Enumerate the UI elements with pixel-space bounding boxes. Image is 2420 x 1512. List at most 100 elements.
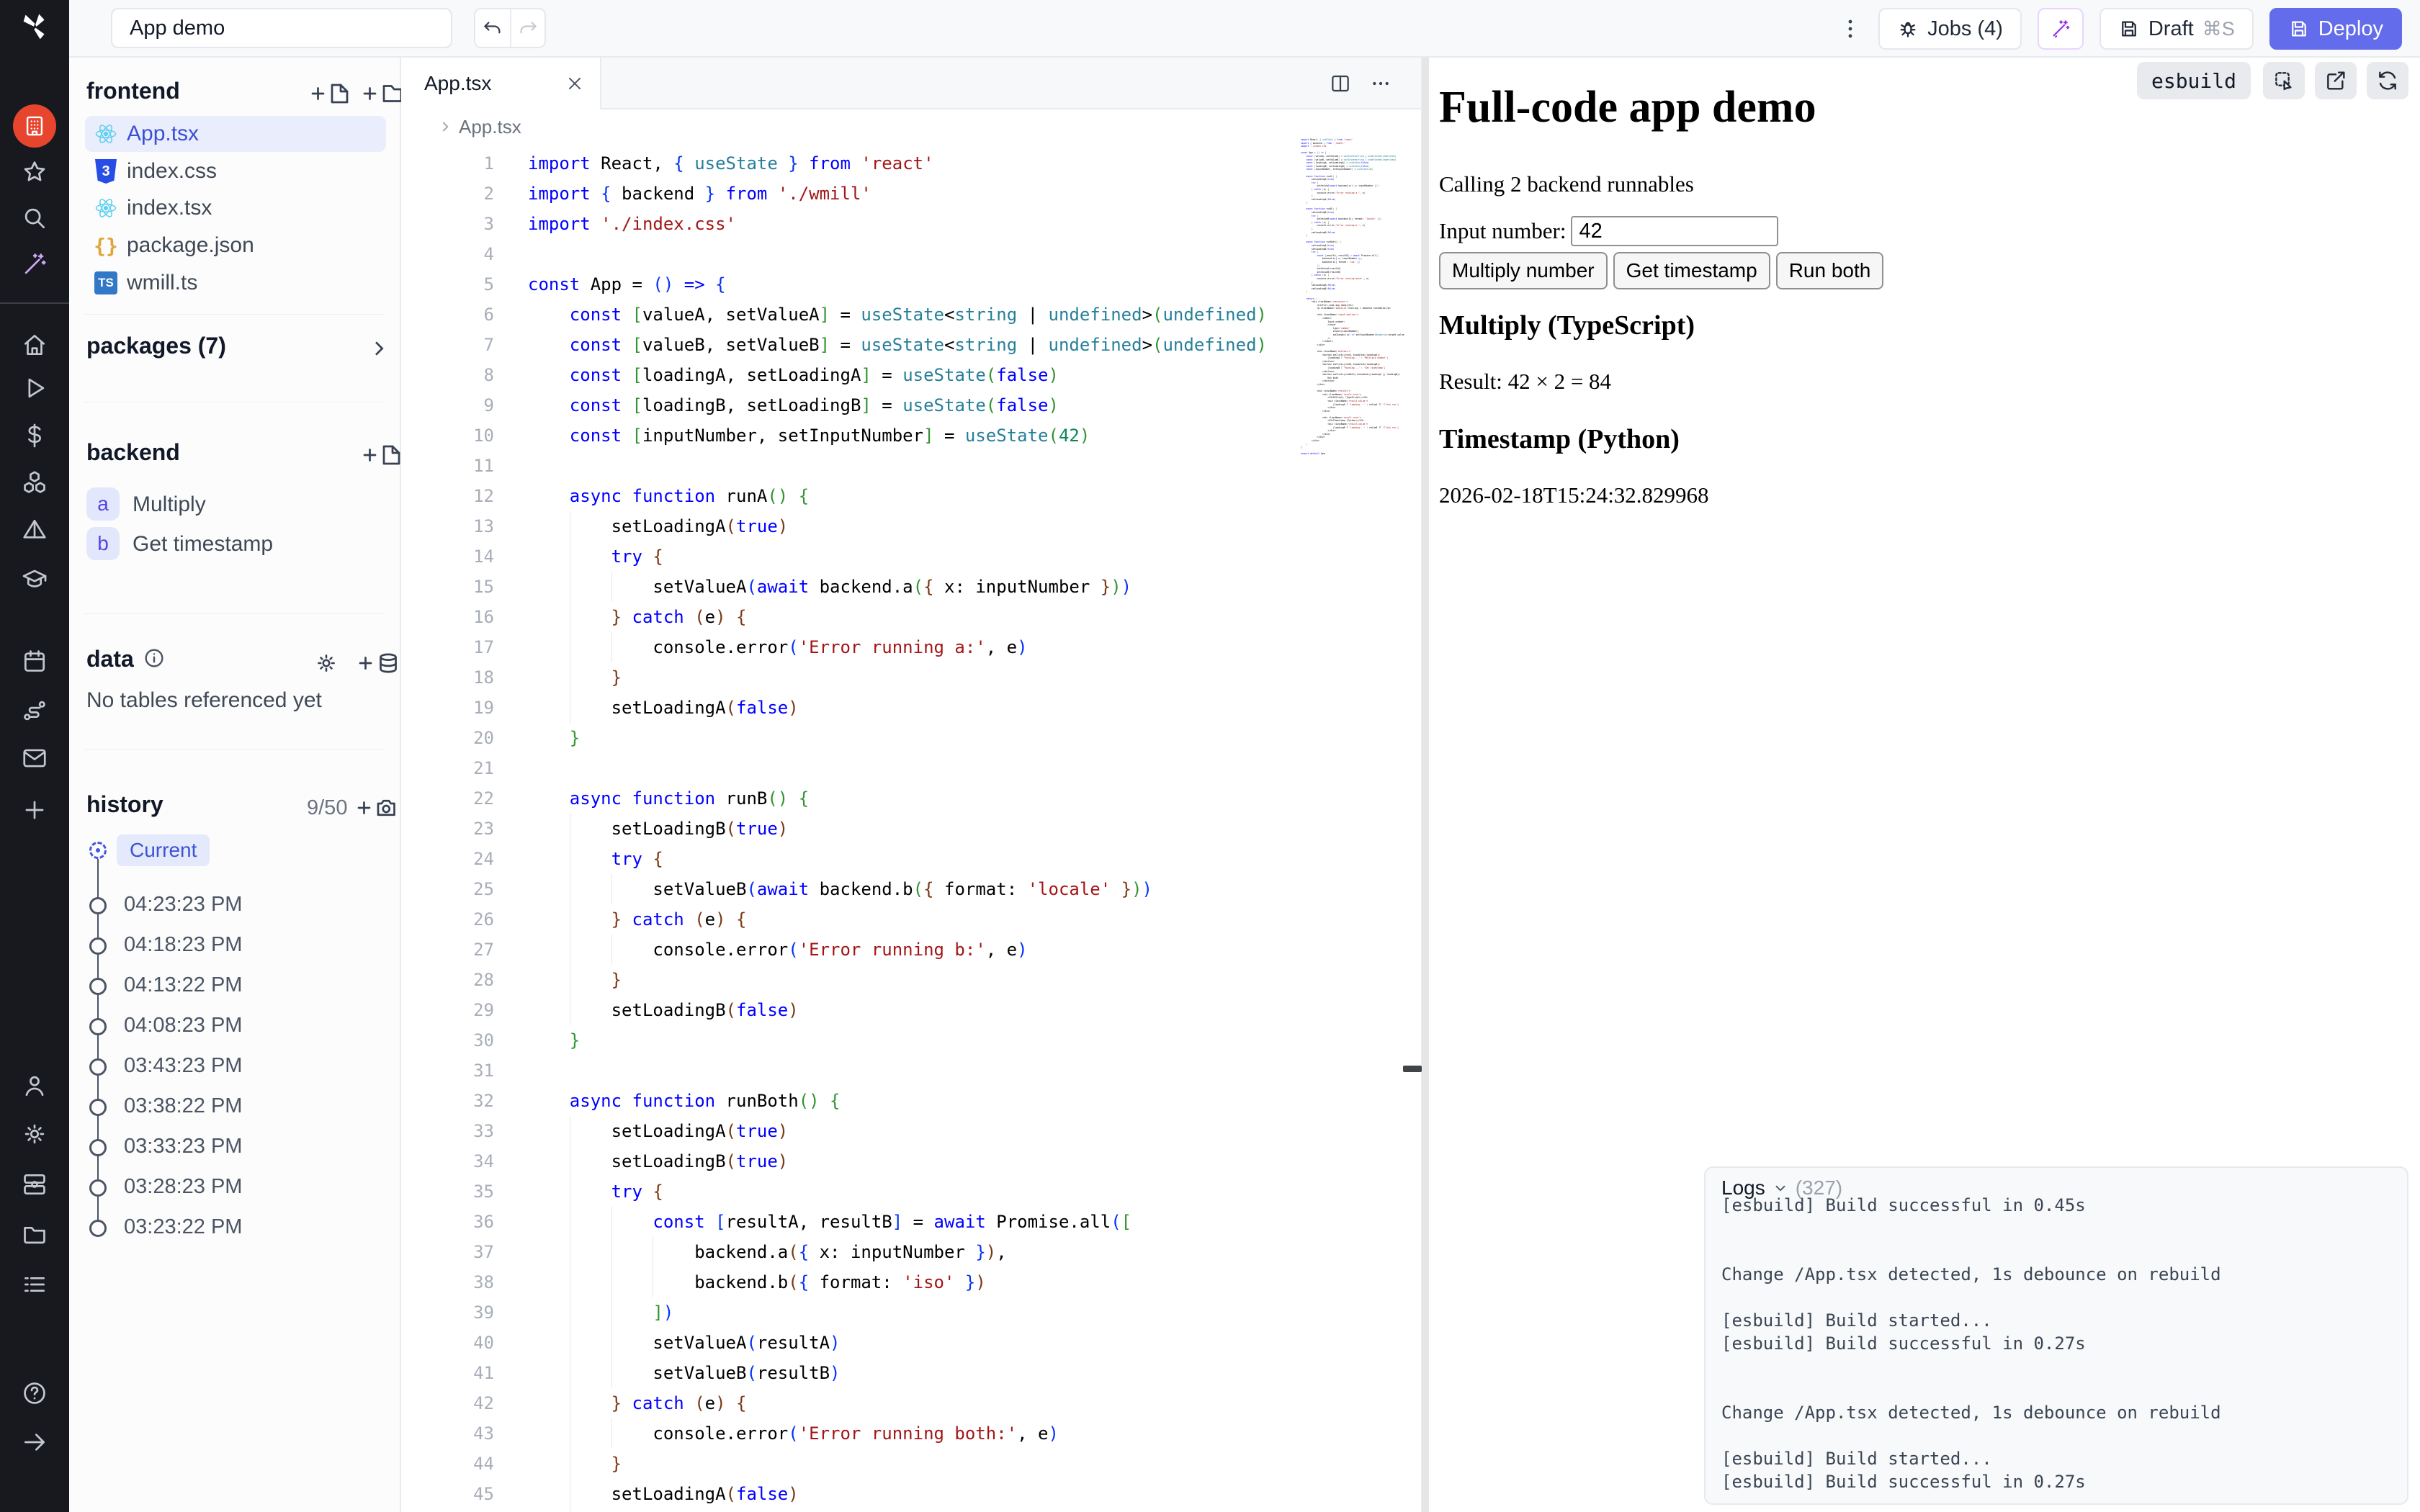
- code-line[interactable]: 46 setLoadingB(false): [401, 1509, 1421, 1512]
- code-line[interactable]: 29 setLoadingB(false): [401, 995, 1421, 1025]
- code-line[interactable]: 8 const [loadingA, setLoadingA] = useSta…: [401, 360, 1421, 390]
- history-timestamp[interactable]: 03:38:22 PM: [124, 1094, 242, 1118]
- history-node[interactable]: [89, 937, 107, 955]
- star-icon[interactable]: [21, 158, 48, 186]
- ai-wand-button[interactable]: [2038, 8, 2084, 50]
- code-line[interactable]: 28 }: [401, 965, 1421, 995]
- info-icon[interactable]: [143, 647, 166, 670]
- redo-button[interactable]: [510, 9, 544, 47]
- search-icon[interactable]: [21, 204, 48, 232]
- history-node[interactable]: [89, 1139, 107, 1156]
- list-icon[interactable]: [21, 1271, 48, 1298]
- get-timestamp-button[interactable]: Get timestamp: [1613, 252, 1770, 289]
- code-line[interactable]: 5const App = () => {: [401, 269, 1421, 300]
- code-line[interactable]: 3import './index.css': [401, 209, 1421, 239]
- code-area[interactable]: 1import React, { useState } from 'react'…: [401, 144, 1421, 1512]
- code-line[interactable]: 43 console.error('Error running both:', …: [401, 1418, 1421, 1449]
- open-external-button[interactable]: [2315, 62, 2357, 99]
- code-line[interactable]: 25 setValueB(await backend.b({ format: '…: [401, 874, 1421, 904]
- history-timestamp[interactable]: 03:43:23 PM: [124, 1054, 242, 1078]
- graduation-cap-icon[interactable]: [21, 565, 48, 593]
- code-line[interactable]: 37 backend.a({ x: inputNumber }),: [401, 1237, 1421, 1267]
- code-line[interactable]: 11: [401, 451, 1421, 481]
- code-line[interactable]: 10 const [inputNumber, setInputNumber] =…: [401, 420, 1421, 451]
- code-line[interactable]: 30 }: [401, 1025, 1421, 1056]
- gear-icon[interactable]: [21, 1120, 48, 1148]
- cubes-icon[interactable]: [21, 469, 48, 496]
- minimap[interactable]: import React, { useState } from 'react'i…: [1301, 138, 1404, 484]
- code-line[interactable]: 18 }: [401, 662, 1421, 693]
- code-line[interactable]: 12 async function runA() {: [401, 481, 1421, 511]
- history-node[interactable]: [89, 897, 107, 914]
- breadcrumb[interactable]: App.tsx: [401, 109, 1421, 144]
- code-line[interactable]: 31: [401, 1056, 1421, 1086]
- code-line[interactable]: 23 setLoadingB(true): [401, 814, 1421, 844]
- editor-more-icon[interactable]: [1369, 72, 1392, 95]
- code-line[interactable]: 21: [401, 753, 1421, 783]
- history-node[interactable]: [89, 1099, 107, 1116]
- jobs-button[interactable]: Jobs (4): [1878, 8, 2022, 50]
- history-node[interactable]: [89, 1220, 107, 1237]
- code-line[interactable]: 35 try {: [401, 1176, 1421, 1207]
- history-node[interactable]: [89, 978, 107, 995]
- help-circle-icon[interactable]: [21, 1380, 48, 1407]
- play-icon[interactable]: [21, 374, 48, 402]
- code-line[interactable]: 42 } catch (e) {: [401, 1388, 1421, 1418]
- dollar-icon[interactable]: [21, 422, 48, 449]
- input-number-field[interactable]: [1571, 216, 1778, 246]
- code-line[interactable]: 24 try {: [401, 844, 1421, 874]
- file-item-wmill-ts[interactable]: TSwmill.ts: [85, 265, 386, 301]
- history-node[interactable]: [89, 1179, 107, 1197]
- folder-icon[interactable]: [21, 1220, 48, 1248]
- inspect-element-button[interactable]: [2263, 62, 2305, 99]
- code-line[interactable]: 39 ]): [401, 1297, 1421, 1328]
- refresh-preview-button[interactable]: [2367, 62, 2408, 99]
- home-icon[interactable]: [21, 331, 48, 359]
- history-timestamp[interactable]: 03:23:22 PM: [124, 1215, 242, 1239]
- run-both-button[interactable]: Run both: [1776, 252, 1884, 289]
- file-item-index-css[interactable]: 3index.css: [85, 153, 386, 189]
- panel-resizer[interactable]: [1422, 58, 1429, 1512]
- code-line[interactable]: 26 } catch (e) {: [401, 904, 1421, 935]
- history-timestamp[interactable]: 04:18:23 PM: [124, 933, 242, 957]
- app-name-input[interactable]: App demo: [111, 8, 452, 48]
- history-current-badge[interactable]: Current: [117, 834, 210, 866]
- code-line[interactable]: 15 setValueA(await backend.a({ x: inputN…: [401, 572, 1421, 602]
- prism-icon[interactable]: [21, 516, 48, 544]
- code-line[interactable]: 9 const [loadingB, setLoadingB] = useSta…: [401, 390, 1421, 420]
- calendar-icon[interactable]: [21, 647, 48, 675]
- deploy-button[interactable]: Deploy: [2269, 8, 2402, 50]
- code-line[interactable]: 36 const [resultA, resultB] = await Prom…: [401, 1207, 1421, 1237]
- route-icon[interactable]: [21, 697, 48, 724]
- file-item-app-tsx[interactable]: App.tsx: [85, 116, 386, 152]
- plus-icon[interactable]: [21, 796, 48, 824]
- history-snapshot-button[interactable]: [354, 795, 402, 821]
- draft-button[interactable]: Draft ⌘S: [2099, 8, 2254, 50]
- packages-expand-icon[interactable]: [367, 336, 390, 361]
- arrow-right-icon[interactable]: [21, 1428, 48, 1456]
- history-timestamp[interactable]: 03:28:23 PM: [124, 1175, 242, 1199]
- history-current-node[interactable]: [89, 842, 107, 859]
- code-line[interactable]: 32 async function runBoth() {: [401, 1086, 1421, 1116]
- code-line[interactable]: 17 console.error('Error running a:', e): [401, 632, 1421, 662]
- code-line[interactable]: 44 }: [401, 1449, 1421, 1479]
- code-line[interactable]: 1import React, { useState } from 'react': [401, 148, 1421, 179]
- code-line[interactable]: 41 setValueB(resultB): [401, 1358, 1421, 1388]
- close-tab-icon[interactable]: [565, 74, 584, 93]
- code-line[interactable]: 45 setLoadingA(false): [401, 1479, 1421, 1509]
- runnable-label[interactable]: Multiply: [133, 492, 206, 517]
- code-line[interactable]: 38 backend.b({ format: 'iso' }): [401, 1267, 1421, 1297]
- history-timestamp[interactable]: 04:23:23 PM: [124, 893, 242, 917]
- code-line[interactable]: 34 setLoadingB(true): [401, 1146, 1421, 1176]
- code-line[interactable]: 14 try {: [401, 541, 1421, 572]
- magic-wand-icon[interactable]: [21, 251, 48, 278]
- file-item-package-json[interactable]: {}package.json: [85, 228, 386, 264]
- code-line[interactable]: 4: [401, 239, 1421, 269]
- new-folder-button[interactable]: [360, 81, 403, 107]
- code-line[interactable]: 16 } catch (e) {: [401, 602, 1421, 632]
- code-line[interactable]: 6 const [valueA, setValueA] = useState<s…: [401, 300, 1421, 330]
- new-runnable-button[interactable]: [360, 442, 403, 468]
- code-line[interactable]: 27 console.error('Error running b:', e): [401, 935, 1421, 965]
- code-line[interactable]: 13 setLoadingA(true): [401, 511, 1421, 541]
- history-node[interactable]: [89, 1018, 107, 1035]
